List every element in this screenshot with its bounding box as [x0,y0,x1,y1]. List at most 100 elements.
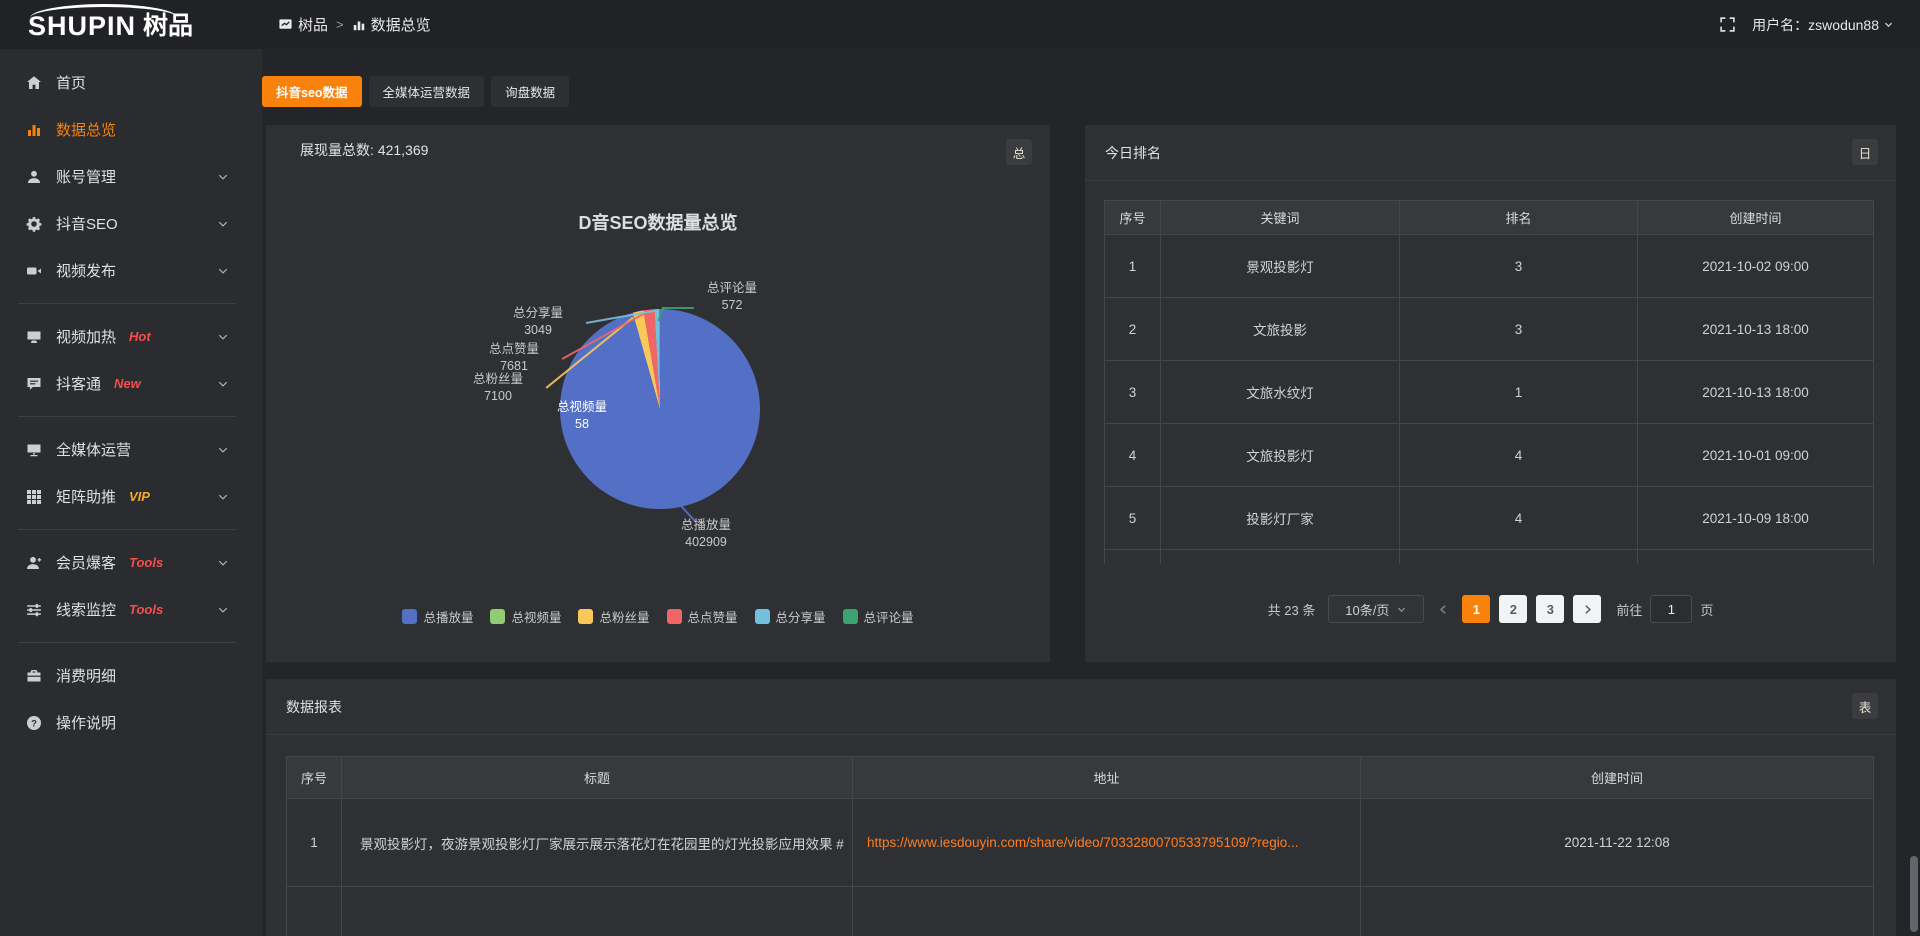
sidebar-item-douyin-seo[interactable]: 抖音SEO [0,200,262,247]
column-header: 创建时间 [1361,757,1874,799]
sidebar-item-label: 线索监控 [56,599,116,620]
sidebar-item-badge: Tools [129,555,163,570]
legend-item[interactable]: 总点赞量 [667,607,738,626]
pie-label-videos: 总视频量58 [534,399,630,433]
legend-item[interactable]: 总分享量 [755,607,826,626]
total-toggle-button[interactable]: 总 [1006,139,1032,165]
sidebar-item-member-baoke[interactable]: 会员爆客 Tools [0,539,262,586]
impressions-total: 展现量总数: 421,369 [300,140,428,160]
table-row: 1景观投影灯32021-10-02 09:00 [1105,235,1874,298]
bar-chart-icon [352,18,366,32]
tab-1[interactable]: 全媒体运营数据 [369,76,485,107]
sidebar-item-consume-detail[interactable]: 消费明细 [0,652,262,699]
sidebar-item-account-manage[interactable]: 账号管理 [0,153,262,200]
goto-suffix: 页 [1700,600,1713,619]
sidebar-item-media-operation[interactable]: 全媒体运营 [0,426,262,473]
heat-icon [25,328,42,345]
breadcrumb: 树品 > 数据总览 [278,0,431,49]
goto-page-input[interactable] [1650,595,1692,623]
scrollbar-thumb[interactable] [1910,856,1918,932]
app-logo: SHUPIN 树品 [28,7,193,43]
user-menu[interactable]: 用户名：zswodun88 [1752,15,1894,35]
tab-2[interactable]: 询盘数据 [491,76,569,107]
fullscreen-icon[interactable] [1719,16,1736,33]
sidebar-item-douketong[interactable]: 抖客通 New [0,360,262,407]
home-icon [25,74,42,91]
sidebar-item-matrix-boost[interactable]: 矩阵助推 VIP [0,473,262,520]
board-icon [278,17,293,32]
pie-legend: 总播放量 总视频量 总粉丝量 总点赞量 总分享量 总评论量 [266,607,1050,626]
legend-item[interactable]: 总粉丝量 [578,607,649,626]
pagination: 共 23 条 10条/页 123 前往 页 [1085,595,1896,623]
ranking-title: 今日排名 [1105,125,1161,180]
page-button-3[interactable]: 3 [1536,595,1564,623]
page-size-select[interactable]: 10条/页 [1328,595,1424,623]
breadcrumb-separator: > [336,17,344,32]
cell: 3 [1400,235,1638,298]
breadcrumb-current[interactable]: 数据总览 [352,14,431,35]
sidebar-item-operation-guide[interactable]: ? 操作说明 [0,699,262,746]
cell: 4 [1400,487,1638,550]
chevron-down-icon [1883,19,1894,30]
daily-toggle-button[interactable]: 日 [1852,139,1878,165]
prev-page-button[interactable] [1433,603,1453,616]
divider [1085,180,1896,181]
page-button-1[interactable]: 1 [1462,595,1490,623]
cell-url-link[interactable]: https://www.iesdouyin.com/share/video/70… [853,799,1361,887]
legend-swatch [490,609,505,624]
cell: 投影灯厂家 [1161,487,1400,550]
cell: 2021-10-02 09:00 [1638,235,1874,298]
tab-0[interactable]: 抖音seo数据 [262,76,362,107]
chevron-down-icon [217,265,229,277]
grid-icon [25,488,42,505]
sidebar-item-home[interactable]: 首页 [0,59,262,106]
column-header: 关键词 [1161,201,1400,235]
legend-label: 总视频量 [511,607,561,626]
legend-label: 总分享量 [776,607,826,626]
chevron-down-icon [217,171,229,183]
pie-label-shares: 总分享量3049 [490,305,586,339]
bar-chart-icon [25,121,42,138]
legend-item[interactable]: 总视频量 [490,607,561,626]
cell: 2 [1105,298,1161,361]
sidebar-divider [18,529,236,530]
sidebar-divider [18,642,236,643]
pie-label-comments: 总评论量572 [684,280,780,314]
next-page-button[interactable] [1573,595,1601,623]
legend-swatch [755,609,770,624]
ranking-table: 序号关键词排名创建时间 1景观投影灯32021-10-02 09:002文旅投影… [1104,200,1874,564]
cell: 2021-10-09 18:00 [1638,487,1874,550]
column-header: 标题 [342,757,853,799]
sidebar-item-video-heat[interactable]: 视频加热 Hot [0,313,262,360]
breadcrumb-root[interactable]: 树品 [278,14,328,35]
table-row: 3文旅水纹灯12021-10-13 18:00 [1105,361,1874,424]
legend-swatch [578,609,593,624]
overview-panel: 展现量总数: 421,369 总 D音SEO数据量总览 总评论量572 总分享量… [266,125,1050,662]
legend-swatch [402,609,417,624]
sidebar-divider [18,303,236,304]
sidebar-divider [18,416,236,417]
sidebar-item-badge: VIP [129,489,150,504]
legend-swatch [667,609,682,624]
report-table: 序号标题地址创建时间 1 景观投影灯，夜游景观投影灯厂家展示展示落花灯在花园里的… [286,756,1874,936]
chevron-down-icon [217,444,229,456]
page-button-2[interactable]: 2 [1499,595,1527,623]
legend-label: 总点赞量 [688,607,738,626]
video-icon [25,262,42,279]
sidebar-item-clue-monitor[interactable]: 线索监控 Tools [0,586,262,633]
chevron-down-icon [1396,604,1407,615]
legend-label: 总粉丝量 [599,607,649,626]
cell: 4 [1400,424,1638,487]
sidebar-item-data-overview[interactable]: 数据总览 [0,106,262,153]
legend-item[interactable]: 总评论量 [843,607,914,626]
table-toggle-button[interactable]: 表 [1852,693,1878,719]
table-row: 5投影灯厂家42021-10-09 18:00 [1105,487,1874,550]
cell: 2021-10-13 18:00 [1638,298,1874,361]
comment-icon [25,375,42,392]
legend-item[interactable]: 总播放量 [402,607,473,626]
sliders-icon [25,601,42,618]
sidebar-item-label: 全媒体运营 [56,439,131,460]
sidebar-item-label: 数据总览 [56,119,116,140]
sidebar-item-badge: New [114,376,141,391]
sidebar-item-video-publish[interactable]: 视频发布 [0,247,262,294]
